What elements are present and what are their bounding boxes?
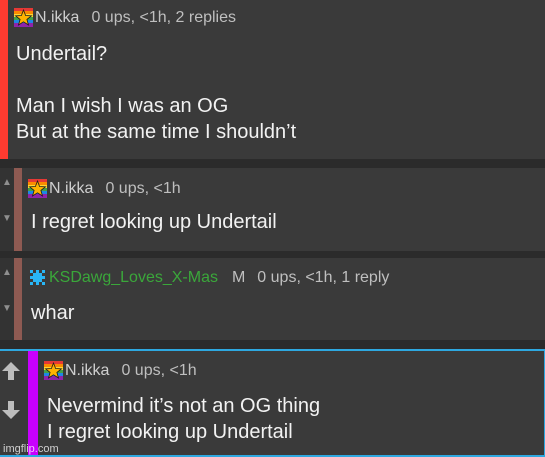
- down-arrow-icon[interactable]: ▼: [2, 212, 12, 226]
- comment-line: [16, 67, 296, 93]
- comment-meta: 0 ups, <1h, 2 replies: [91, 8, 236, 26]
- comment-line: Nevermind it’s not an OG thing: [47, 395, 321, 417]
- comment-line: whar: [31, 302, 75, 324]
- comment-line: I regret looking up Undertail: [31, 211, 277, 233]
- rainbow-star-avatar-icon[interactable]: [28, 179, 47, 198]
- down-arrow-icon[interactable]: ▼: [2, 302, 12, 316]
- rainbow-star-avatar-icon[interactable]: [14, 8, 33, 27]
- up-arrow-icon[interactable]: [0, 360, 22, 382]
- comment-3: ▲ ▼ KSDawg_Loves_X-Mas M 0 ups, <1h, 1 r…: [0, 258, 545, 340]
- username-link[interactable]: N.ikka: [65, 362, 109, 380]
- comment-meta: 0 ups, <1h: [121, 361, 197, 379]
- username-link[interactable]: KSDawg_Loves_X-Mas: [49, 269, 218, 287]
- down-arrow-icon[interactable]: [0, 399, 22, 421]
- comment-4: N.ikka 0 ups, <1h Nevermind it’s not an …: [0, 349, 545, 457]
- up-arrow-icon[interactable]: ▲: [2, 266, 12, 280]
- comment-accent-bar: [14, 258, 22, 340]
- comment-text: Undertail? Man I wish I was an OG But at…: [16, 41, 296, 145]
- comment-1: N.ikka 0 ups, <1h, 2 replies Undertail? …: [0, 0, 545, 159]
- comment-line: Man I wish I was an OG: [16, 95, 229, 117]
- comment-text: whar: [31, 300, 74, 326]
- comment-text: Nevermind it’s not an OG thing I regret …: [47, 393, 320, 445]
- comment-text: I regret looking up Undertail: [31, 209, 277, 235]
- comment-accent-bar: [28, 351, 38, 455]
- comment-line: Undertail?: [16, 43, 108, 65]
- rainbow-star-avatar-icon[interactable]: [44, 361, 63, 380]
- comment-2: ▲ ▼ N.ikka 0 ups, <1h I regret looking u…: [0, 168, 545, 251]
- vote-column: ▲ ▼: [0, 168, 14, 251]
- comment-line: But at the same time I shouldn’t: [16, 121, 297, 143]
- vote-column: [0, 351, 28, 455]
- comment-accent-bar: [0, 0, 8, 159]
- up-arrow-icon[interactable]: ▲: [2, 176, 12, 190]
- comment-accent-bar: [14, 168, 22, 251]
- username-link[interactable]: N.ikka: [35, 9, 79, 27]
- mod-badge: M: [231, 268, 246, 286]
- comment-meta: 0 ups, <1h: [105, 179, 181, 197]
- vote-column: ▲ ▼: [0, 258, 14, 340]
- comment-line: I regret looking up Undertail: [47, 421, 293, 443]
- username-link[interactable]: N.ikka: [49, 180, 93, 198]
- pixel-avatar-icon[interactable]: [28, 268, 47, 287]
- watermark: imgflip.com: [3, 443, 59, 455]
- comment-meta: 0 ups, <1h, 1 reply: [257, 268, 390, 286]
